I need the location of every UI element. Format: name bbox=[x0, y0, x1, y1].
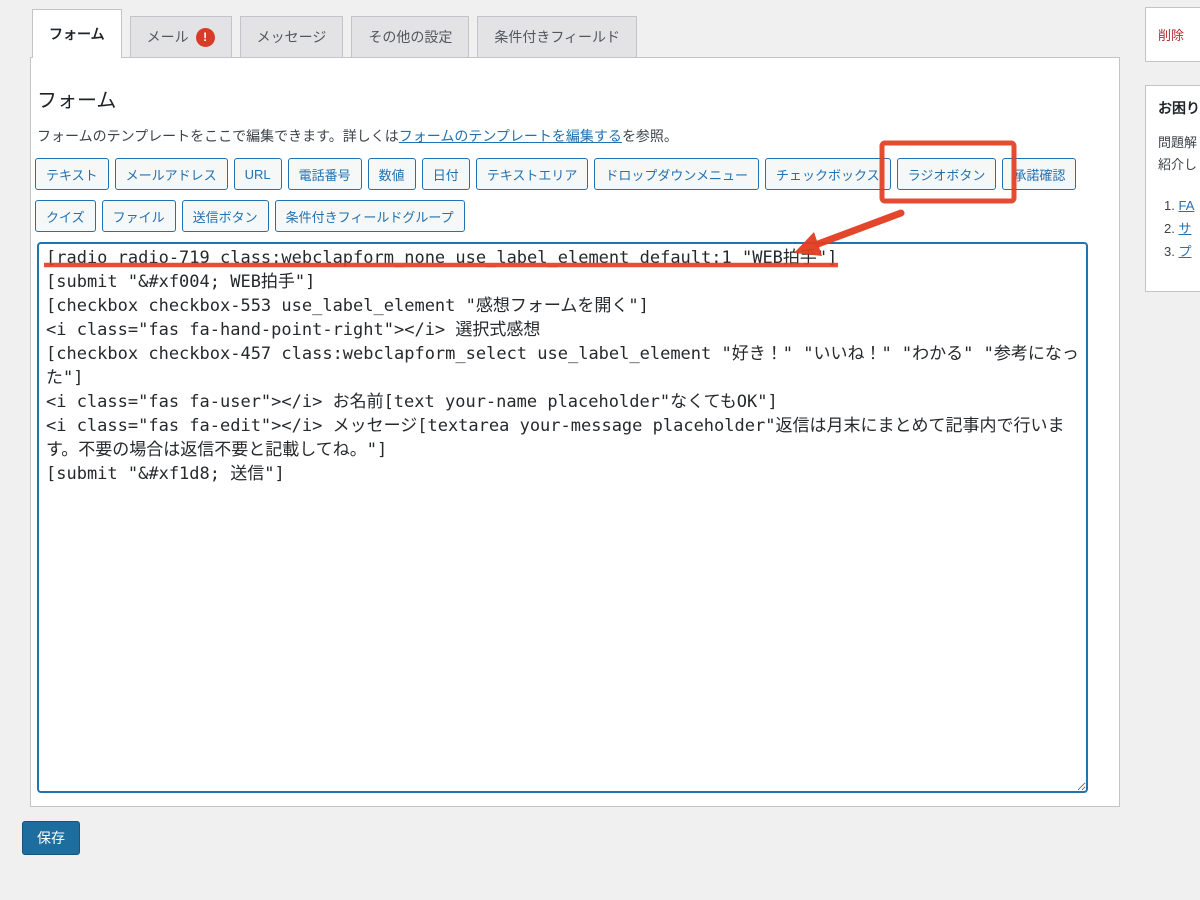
help-link[interactable]: FA bbox=[1178, 198, 1194, 213]
tag-generator-button[interactable]: クイズ bbox=[35, 200, 96, 232]
tag-generator-button[interactable]: チェックボックス bbox=[765, 158, 891, 190]
form-panel: フォーム フォームのテンプレートをここで編集できます。詳しくはフォームのテンプレ… bbox=[30, 57, 1120, 807]
tab-messages[interactable]: メッセージ bbox=[240, 16, 344, 58]
form-template-textarea[interactable]: [radio radio-719 class:webclapform_none … bbox=[37, 242, 1088, 793]
tab-conditional-fields-label: 条件付きフィールド bbox=[494, 27, 620, 47]
tab-conditional-fields[interactable]: 条件付きフィールド bbox=[477, 16, 637, 58]
tag-generator-button[interactable]: テキスト bbox=[35, 158, 109, 190]
tab-mail-label: メール bbox=[147, 27, 189, 47]
tag-generator-row-2: クイズファイル送信ボタン条件付きフィールドグループ bbox=[35, 200, 1115, 232]
tag-generator-button[interactable]: テキストエリア bbox=[476, 158, 589, 190]
tag-generator-row-1: テキストメールアドレスURL電話番号数値日付テキストエリアドロップダウンメニュー… bbox=[35, 158, 1115, 190]
panel-title: フォーム bbox=[37, 86, 1113, 116]
help-link[interactable]: サ bbox=[1178, 221, 1191, 236]
tag-generator-button[interactable]: 条件付きフィールドグループ bbox=[275, 200, 465, 232]
cf7-form-editor-page: フォーム メール ! メッセージ その他の設定 条件付きフィールド 削除 フォー… bbox=[0, 0, 1200, 900]
tag-generator-button[interactable]: ドロップダウンメニュー bbox=[594, 158, 759, 190]
description-text-before: フォームのテンプレートをここで編集できます。詳しくは bbox=[37, 128, 399, 144]
help-link-list: 1. FA2. サ3. プ bbox=[1158, 194, 1200, 263]
tag-generator-button[interactable]: 数値 bbox=[368, 158, 416, 190]
tab-additional-settings-label: その他の設定 bbox=[368, 27, 452, 47]
help-list-item: 1. FA bbox=[1164, 194, 1200, 217]
tab-additional-settings[interactable]: その他の設定 bbox=[351, 16, 469, 58]
help-list-item: 3. プ bbox=[1164, 240, 1200, 263]
tag-generator-button[interactable]: URL bbox=[234, 158, 282, 190]
save-button[interactable]: 保存 bbox=[22, 821, 80, 855]
tag-generator-button[interactable]: 日付 bbox=[422, 158, 470, 190]
tag-generator-button[interactable]: ラジオボタン bbox=[897, 158, 997, 190]
tag-generator-button[interactable]: メールアドレス bbox=[115, 158, 228, 190]
help-text-line: 問題解 bbox=[1158, 132, 1200, 154]
tab-form-label: フォーム bbox=[49, 24, 105, 44]
tag-generator-button[interactable]: 送信ボタン bbox=[182, 200, 269, 232]
tag-generator-button[interactable]: ファイル bbox=[102, 200, 176, 232]
delete-link[interactable]: 削除 bbox=[1158, 28, 1184, 43]
description-text-after: を参照。 bbox=[622, 128, 678, 144]
help-text-line: 紹介し bbox=[1158, 154, 1200, 176]
tab-mail[interactable]: メール ! bbox=[130, 16, 232, 58]
mail-alert-badge: ! bbox=[196, 28, 215, 47]
tag-generator-button[interactable]: 電話番号 bbox=[288, 158, 362, 190]
help-link[interactable]: プ bbox=[1178, 244, 1191, 259]
tag-generator-button[interactable]: 承諾確認 bbox=[1002, 158, 1076, 190]
panel-description: フォームのテンプレートをここで編集できます。詳しくはフォームのテンプレートを編集… bbox=[37, 126, 1113, 146]
editor-tab-bar: フォーム メール ! メッセージ その他の設定 条件付きフィールド bbox=[32, 9, 637, 58]
tab-form[interactable]: フォーム bbox=[32, 9, 122, 58]
delete-box: 削除 bbox=[1145, 7, 1200, 62]
tab-messages-label: メッセージ bbox=[257, 27, 327, 47]
help-list-item: 2. サ bbox=[1164, 217, 1200, 240]
edit-template-link[interactable]: フォームのテンプレートを編集する bbox=[399, 128, 622, 144]
help-box-title: お困り bbox=[1158, 98, 1200, 118]
help-box: お困り 問題解 紹介し 1. FA2. サ3. プ bbox=[1145, 85, 1200, 292]
